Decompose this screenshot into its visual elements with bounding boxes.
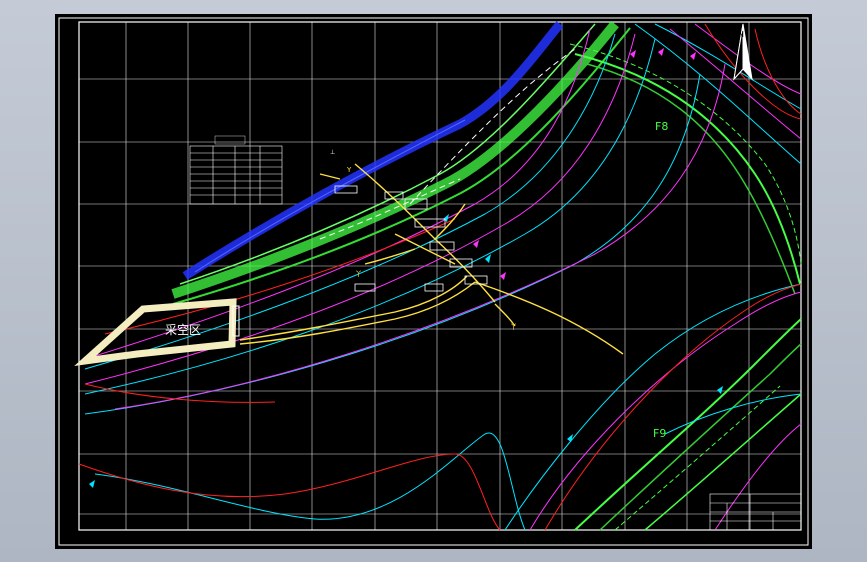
- fault-zone-upper: [171, 20, 802, 305]
- svg-text:丫: 丫: [355, 270, 362, 278]
- fault-zone-lower: [574, 318, 802, 531]
- fault-label-f9: F9: [653, 427, 666, 440]
- fault-label-f8: F8: [655, 120, 668, 133]
- cad-viewport[interactable]: 采空区 ⊥ Y 丫 丫 N F8 F9: [55, 14, 812, 549]
- svg-text:Y: Y: [346, 166, 352, 174]
- svg-text:丫: 丫: [510, 323, 517, 331]
- mine-plan-drawing: 采空区 ⊥ Y 丫 丫 N F8 F9: [58, 17, 809, 546]
- contour-markers: [89, 48, 723, 488]
- svg-text:⊥: ⊥: [330, 149, 335, 156]
- legend-table: [189, 135, 283, 205]
- goaf-area-label: 采空区: [165, 323, 201, 337]
- boundary-band: [182, 21, 564, 280]
- title-block: [709, 493, 802, 531]
- svg-text:N: N: [738, 30, 744, 39]
